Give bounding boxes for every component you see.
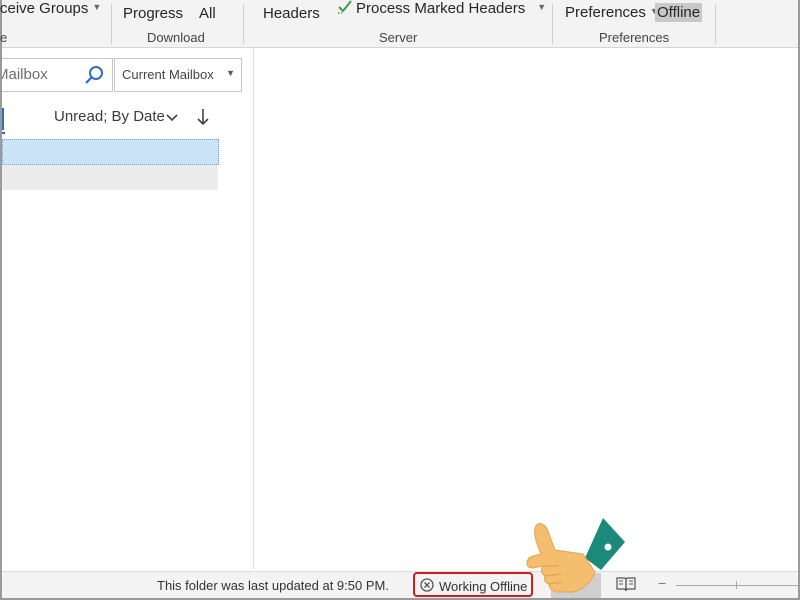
working-offline-status[interactable]: Working Offline	[413, 572, 533, 597]
sort-order-button[interactable]: Unread; By Date	[54, 108, 165, 125]
check-mark-icon	[338, 0, 352, 14]
preferences-label: Preferences	[565, 4, 646, 21]
list-item[interactable]	[2, 165, 218, 190]
download-progress-button[interactable]: Progress	[123, 5, 183, 22]
ribbon-separator	[243, 4, 244, 44]
process-marked-headers-label: Process Marked Headers	[356, 0, 526, 17]
zoom-slider[interactable]	[676, 585, 798, 586]
ribbon-separator	[715, 4, 716, 44]
tab-all-indicator[interactable]	[2, 108, 5, 134]
group-label-server: Server	[379, 30, 418, 45]
chevron-down-icon: ▼	[537, 2, 547, 12]
list-item[interactable]	[2, 139, 219, 165]
zoom-slider-center-tick	[736, 581, 737, 589]
send-receive-groups-label: ceive Groups	[0, 0, 89, 17]
sort-direction-arrow-icon[interactable]	[196, 108, 210, 126]
status-bar: This folder was last updated at 9:50 PM.…	[2, 571, 798, 599]
search-scope-value: Current Mailbox	[122, 67, 214, 82]
search-box	[2, 58, 113, 92]
download-headers-button[interactable]: Headers	[263, 5, 320, 22]
send-receive-groups-button[interactable]: ceive Groups ▼	[0, 0, 101, 17]
pointing-hand-icon	[526, 518, 625, 593]
group-label-download: Download	[147, 30, 205, 45]
work-offline-button[interactable]: Offline	[655, 3, 703, 22]
search-scope-dropdown[interactable]: Current Mailbox ▼	[114, 58, 242, 92]
group-label-send-receive: e	[0, 30, 8, 45]
download-all-button[interactable]: All	[199, 5, 216, 22]
ribbon: ceive Groups ▼ e Progress All Download He…	[0, 0, 798, 48]
ribbon-separator	[111, 4, 112, 44]
last-updated-status: This folder was last updated at 9:50 PM.	[157, 578, 389, 593]
working-offline-label: Working Offline	[439, 579, 528, 594]
ribbon-separator	[552, 4, 553, 44]
process-marked-headers-button[interactable]: Process Marked Headers ▼	[356, 0, 546, 17]
search-icon[interactable]	[84, 65, 104, 85]
chevron-down-icon[interactable]	[166, 112, 178, 124]
zoom-out-button[interactable]: −	[658, 575, 666, 591]
preferences-button[interactable]: Preferences▼	[565, 4, 659, 21]
reading-pane	[254, 48, 798, 570]
chevron-down-icon: ▼	[226, 68, 235, 78]
group-label-preferences: Preferences	[599, 30, 670, 45]
offline-x-circle-icon	[420, 578, 434, 592]
chevron-down-icon: ▼	[92, 2, 102, 12]
search-input[interactable]	[2, 59, 78, 89]
